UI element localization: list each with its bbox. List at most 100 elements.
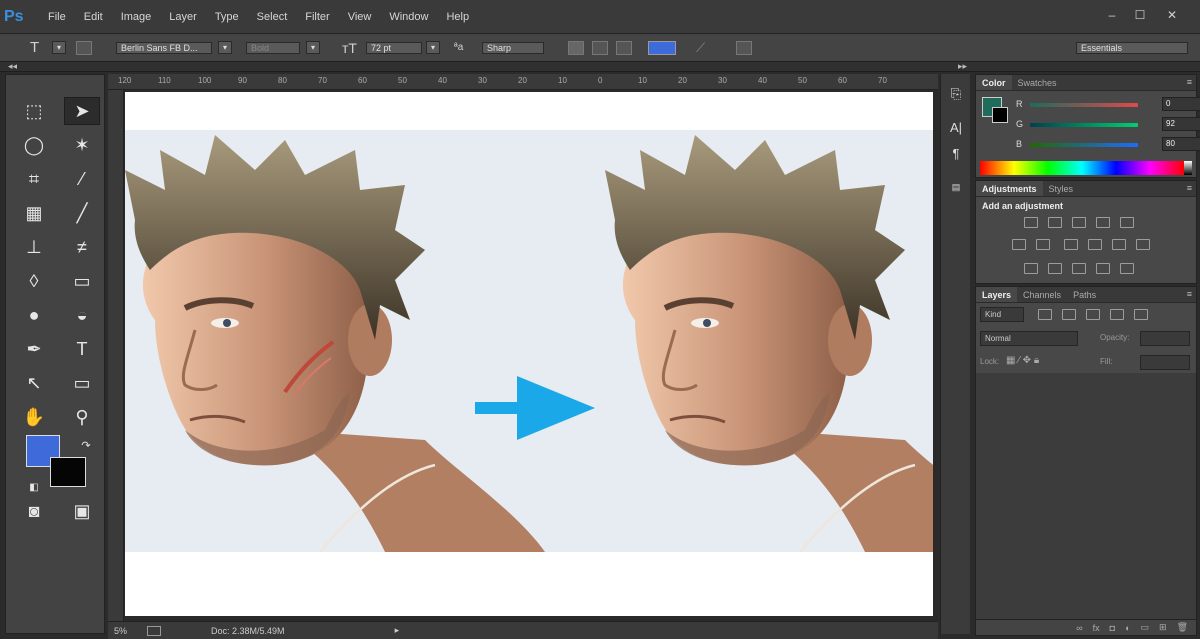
- spot-healing-icon[interactable]: ▦: [16, 199, 52, 227]
- gradient-map-icon[interactable]: [1096, 263, 1110, 274]
- history-panel-icon[interactable]: ⎘: [944, 86, 968, 106]
- screen-mode-icon[interactable]: ▣: [64, 497, 100, 525]
- grayscale-ramp[interactable]: [1184, 161, 1192, 175]
- panel-menu-icon[interactable]: ≡: [1187, 77, 1192, 87]
- tab-paths[interactable]: Paths: [1067, 287, 1102, 302]
- status-menu-arrow[interactable]: ▸: [395, 625, 400, 636]
- threshold-icon[interactable]: [1072, 263, 1086, 274]
- brightness-icon[interactable]: [1024, 217, 1038, 228]
- hue-saturation-icon[interactable]: [1012, 239, 1026, 250]
- filter-pixel-icon[interactable]: [1038, 309, 1052, 320]
- new-layer-icon[interactable]: ⊞: [1159, 622, 1167, 633]
- close-button[interactable]: ✕: [1160, 6, 1184, 24]
- b-value[interactable]: 80: [1162, 137, 1200, 151]
- invert-icon[interactable]: [1024, 263, 1038, 274]
- tab-swatches[interactable]: Swatches: [1012, 75, 1063, 90]
- menu-file[interactable]: File: [48, 11, 66, 23]
- move-icon[interactable]: ➤: [64, 97, 100, 125]
- status-icon[interactable]: [147, 625, 162, 636]
- menu-layer[interactable]: Layer: [169, 11, 197, 23]
- exposure-icon[interactable]: [1096, 217, 1110, 228]
- filter-adjustment-icon[interactable]: [1062, 309, 1076, 320]
- black-white-icon[interactable]: [1064, 239, 1078, 250]
- tab-color[interactable]: Color: [976, 75, 1012, 90]
- menu-edit[interactable]: Edit: [84, 11, 103, 23]
- character-panel-icon[interactable]: [736, 40, 752, 55]
- dodge-icon[interactable]: ◒: [64, 301, 100, 329]
- filter-smart-icon[interactable]: [1134, 309, 1148, 320]
- color-balance-icon[interactable]: [1036, 239, 1050, 250]
- panel-menu-icon[interactable]: ≡: [1187, 183, 1192, 193]
- color-spectrum-bar[interactable]: [980, 161, 1184, 175]
- tab-adjustments[interactable]: Adjustments: [976, 181, 1043, 196]
- menu-view[interactable]: View: [348, 11, 372, 23]
- maximize-button[interactable]: ☐: [1128, 6, 1152, 24]
- rect-marquee-icon[interactable]: ⬚: [16, 97, 52, 125]
- align-left-icon[interactable]: [568, 40, 584, 55]
- tab-channels[interactable]: Channels: [1017, 287, 1067, 302]
- selective-color-icon[interactable]: [1120, 263, 1134, 274]
- quick-mask-icon[interactable]: ◙: [16, 497, 52, 525]
- workspace-switcher[interactable]: Essentials: [1076, 41, 1188, 54]
- minimize-button[interactable]: –: [1100, 6, 1124, 24]
- layer-filter-kind[interactable]: Kind: [980, 307, 1024, 322]
- magic-wand-icon[interactable]: ✶: [64, 131, 100, 159]
- eraser-icon[interactable]: ◊: [16, 267, 52, 295]
- lock-icons[interactable]: ▦ ⁄ ✥ 🔒︎: [1006, 355, 1039, 366]
- curves-icon[interactable]: [1072, 217, 1086, 228]
- opacity-field[interactable]: [1140, 331, 1190, 346]
- antialias-field[interactable]: Sharp: [482, 41, 544, 54]
- blend-mode-select[interactable]: Normal: [980, 331, 1078, 346]
- zoom-icon[interactable]: ⚲: [64, 403, 100, 431]
- text-color-swatch[interactable]: [648, 40, 676, 55]
- color-lookup-icon[interactable]: [1136, 239, 1150, 250]
- swap-colors-icon[interactable]: ↷: [68, 431, 104, 459]
- posterize-icon[interactable]: [1048, 263, 1062, 274]
- menu-filter[interactable]: Filter: [305, 11, 329, 23]
- gradient-icon[interactable]: ▭: [64, 267, 100, 295]
- collapse-panels-icon[interactable]: ▸▸: [958, 61, 967, 72]
- rectangle-icon[interactable]: ▭: [64, 369, 100, 397]
- link-layers-icon[interactable]: ∞: [1076, 623, 1082, 633]
- clone-stamp-icon[interactable]: ⊥: [16, 233, 52, 261]
- collapse-tools-icon[interactable]: ◂◂: [8, 61, 17, 72]
- delete-layer-icon[interactable]: 🗑︎: [1177, 622, 1188, 633]
- g-value[interactable]: 92: [1162, 117, 1200, 131]
- character-panel-icon[interactable]: A|: [944, 120, 968, 140]
- new-adjustment-icon[interactable]: ◐: [1125, 623, 1130, 633]
- zoom-level[interactable]: 5%: [114, 626, 127, 636]
- background-color-swatch[interactable]: [50, 457, 86, 487]
- tab-styles[interactable]: Styles: [1043, 181, 1080, 196]
- menu-help[interactable]: Help: [446, 11, 469, 23]
- fill-field[interactable]: [1140, 355, 1190, 370]
- vibrance-icon[interactable]: [1120, 217, 1134, 228]
- add-mask-icon[interactable]: ◘: [1110, 623, 1115, 633]
- menu-window[interactable]: Window: [389, 11, 428, 23]
- font-size-dropdown[interactable]: ▾: [426, 41, 440, 54]
- panel-bg-swatch[interactable]: [992, 107, 1008, 123]
- properties-panel-icon[interactable]: ▤: [944, 182, 968, 202]
- align-center-icon[interactable]: [592, 40, 608, 55]
- menu-image[interactable]: Image: [121, 11, 152, 23]
- eyedropper-icon[interactable]: ⁄: [64, 165, 100, 193]
- filter-type-icon[interactable]: [1086, 309, 1100, 320]
- font-family-field[interactable]: Berlin Sans FB D...: [116, 41, 212, 54]
- layer-style-icon[interactable]: fx: [1093, 623, 1100, 633]
- canvas-page[interactable]: [125, 92, 933, 616]
- history-brush-icon[interactable]: ≠: [64, 233, 100, 261]
- brush-icon[interactable]: ╱: [64, 199, 100, 227]
- lasso-icon[interactable]: ◯: [16, 131, 52, 159]
- blur-icon[interactable]: ●: [16, 301, 52, 329]
- photo-filter-icon[interactable]: [1088, 239, 1102, 250]
- crop-icon[interactable]: ⌗: [16, 165, 52, 193]
- font-size-field[interactable]: 72 pt: [366, 41, 422, 54]
- paragraph-panel-icon[interactable]: ¶: [944, 146, 968, 166]
- path-select-icon[interactable]: ↖: [16, 369, 52, 397]
- tab-layers[interactable]: Layers: [976, 287, 1018, 302]
- pen-icon[interactable]: ✒: [16, 335, 52, 363]
- levels-icon[interactable]: [1048, 217, 1062, 228]
- channel-mixer-icon[interactable]: [1112, 239, 1126, 250]
- panel-menu-icon[interactable]: ≡: [1187, 289, 1192, 299]
- menu-type[interactable]: Type: [215, 11, 239, 23]
- menu-select[interactable]: Select: [257, 11, 288, 23]
